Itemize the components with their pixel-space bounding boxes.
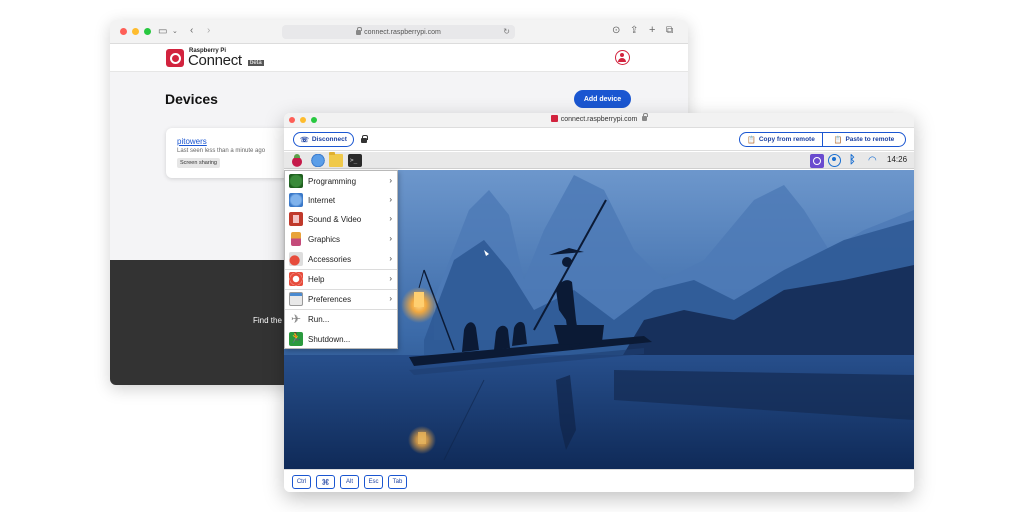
paste-label: Paste to remote bbox=[845, 136, 895, 143]
back-browser-toolbar: ▭ ⌄ ‹ › connect.raspberrypi.com ↻ ⊙ ⇪ + … bbox=[110, 20, 688, 44]
minimize-window-button[interactable] bbox=[132, 28, 139, 35]
forward-arrow-icon[interactable]: › bbox=[207, 25, 210, 37]
run-icon: ✈ bbox=[290, 312, 302, 326]
connect-toolbar: ☏ Disconnect 📋 Copy from remote 📋 Paste to … bbox=[284, 128, 914, 151]
menu-item-label: Preferences bbox=[308, 294, 352, 304]
site-header: Raspberry Pi Connect beta bbox=[110, 44, 688, 72]
programming-icon bbox=[289, 174, 303, 188]
raspberry-menu-icon[interactable] bbox=[290, 154, 304, 167]
download-icon[interactable]: ⊙ bbox=[612, 25, 620, 37]
front-lock-icon bbox=[642, 113, 649, 121]
key-ctrl-button[interactable]: Ctrl bbox=[292, 475, 311, 489]
menu-item-graphics[interactable]: Graphics › bbox=[285, 229, 397, 249]
front-titlebar: connect.raspberrypi.com bbox=[284, 113, 914, 128]
file-manager-icon[interactable] bbox=[329, 152, 343, 167]
copy-from-remote-button[interactable]: 📋 Copy from remote bbox=[739, 132, 823, 147]
help-icon bbox=[289, 272, 303, 286]
desktop-taskbar: >_ ᛒ ◠ 14:26 bbox=[284, 152, 914, 169]
internet-icon bbox=[289, 193, 303, 207]
graphics-icon bbox=[291, 232, 301, 246]
device-last-seen: Last seen less than a minute ago bbox=[177, 148, 266, 154]
application-menu: Programming › Internet › Sound & Video ›… bbox=[284, 170, 398, 349]
chevron-right-icon: › bbox=[389, 234, 392, 243]
page-title: Devices bbox=[165, 91, 218, 107]
menu-item-programming[interactable]: Programming › bbox=[285, 171, 397, 191]
clipboard-copy-icon: 📋 bbox=[747, 136, 756, 144]
terminal-icon[interactable]: >_ bbox=[348, 154, 362, 167]
window-controls bbox=[120, 28, 151, 35]
paste-to-remote-button[interactable]: 📋 Paste to remote bbox=[823, 132, 906, 147]
back-url-bar[interactable]: connect.raspberrypi.com ↻ bbox=[282, 25, 515, 39]
key-alt-button[interactable]: Alt bbox=[340, 475, 359, 489]
logo-big-text: Connect bbox=[188, 52, 242, 69]
back-url-text: connect.raspberrypi.com bbox=[364, 28, 441, 36]
footer-text: Find the bbox=[253, 316, 282, 325]
disconnect-button[interactable]: ☏ Disconnect bbox=[293, 132, 354, 147]
accessories-icon bbox=[289, 252, 303, 266]
menu-item-help[interactable]: Help › bbox=[285, 269, 397, 289]
menu-item-shutdown[interactable]: 🏃 Shutdown... bbox=[285, 329, 397, 349]
clipboard-paste-icon: 📋 bbox=[833, 136, 843, 144]
zoom-window-button[interactable] bbox=[144, 28, 151, 35]
menu-item-preferences[interactable]: Preferences › bbox=[285, 289, 397, 309]
chevron-right-icon: › bbox=[389, 214, 392, 223]
menu-item-internet[interactable]: Internet › bbox=[285, 190, 397, 210]
menu-item-label: Shutdown... bbox=[308, 334, 351, 344]
disconnect-icon: ☏ bbox=[300, 136, 309, 144]
device-name-link[interactable]: pitowers bbox=[177, 137, 207, 146]
chevron-right-icon: › bbox=[389, 254, 392, 263]
menu-item-label: Graphics bbox=[308, 234, 341, 244]
connect-logo-icon[interactable] bbox=[166, 49, 184, 67]
back-arrow-icon[interactable]: ‹ bbox=[190, 25, 193, 37]
tray-user-icon[interactable] bbox=[828, 154, 841, 167]
tab-overview-icon[interactable]: ⧉ bbox=[666, 25, 673, 37]
taskbar-clock: 14:26 bbox=[887, 155, 908, 164]
front-url-text: connect.raspberrypi.com bbox=[560, 116, 638, 123]
screenshot-stage: ▭ ⌄ ‹ › connect.raspberrypi.com ↻ ⊙ ⇪ + … bbox=[0, 0, 1024, 512]
special-keys-bar: Ctrl ⌘ Alt Esc Tab bbox=[284, 469, 914, 492]
browser-launcher-icon[interactable] bbox=[311, 154, 325, 167]
bluetooth-icon[interactable]: ᛒ bbox=[849, 154, 856, 167]
menu-item-label: Programming bbox=[308, 176, 357, 186]
chevron-right-icon: › bbox=[389, 176, 392, 185]
wifi-icon[interactable]: ◠ bbox=[868, 154, 877, 167]
device-card[interactable]: pitowers Last seen less than a minute ag… bbox=[166, 128, 296, 178]
beta-tag: beta bbox=[248, 60, 264, 66]
favicon-icon bbox=[550, 115, 558, 122]
chevron-right-icon: › bbox=[389, 195, 392, 204]
key-command-button[interactable]: ⌘ bbox=[316, 475, 335, 489]
chevron-right-icon: › bbox=[389, 294, 392, 303]
menu-item-label: Help bbox=[308, 274, 325, 284]
reload-icon[interactable]: ↻ bbox=[503, 27, 510, 36]
secure-lock-icon bbox=[361, 135, 368, 143]
menu-item-label: Sound & Video bbox=[308, 214, 362, 224]
sound-video-icon bbox=[289, 212, 303, 226]
menu-item-accessories[interactable]: Accessories › bbox=[285, 249, 397, 269]
chevron-down-icon[interactable]: ⌄ bbox=[172, 26, 178, 38]
menu-item-label: Internet bbox=[308, 195, 336, 205]
menu-item-label: Accessories bbox=[308, 254, 352, 264]
copy-label: Copy from remote bbox=[758, 136, 815, 143]
share-icon[interactable]: ⇪ bbox=[630, 25, 638, 37]
connect-tray-icon[interactable] bbox=[810, 154, 824, 168]
preferences-icon bbox=[289, 292, 303, 306]
shutdown-icon: 🏃 bbox=[289, 332, 303, 346]
key-esc-button[interactable]: Esc bbox=[364, 475, 383, 489]
menu-item-run[interactable]: ✈ Run... bbox=[285, 309, 397, 329]
disconnect-label: Disconnect bbox=[311, 136, 347, 143]
screen-sharing-badge: Screen sharing bbox=[177, 158, 220, 168]
key-tab-button[interactable]: Tab bbox=[388, 475, 407, 489]
lock-icon bbox=[356, 26, 363, 35]
close-window-button[interactable] bbox=[120, 28, 127, 35]
sidebar-toggle-icon[interactable]: ▭ bbox=[158, 26, 167, 38]
menu-item-sound-video[interactable]: Sound & Video › bbox=[285, 209, 397, 229]
front-title: connect.raspberrypi.com bbox=[284, 113, 914, 123]
add-device-button[interactable]: Add device bbox=[574, 90, 631, 108]
chevron-right-icon: › bbox=[389, 274, 392, 283]
new-tab-icon[interactable]: + bbox=[649, 24, 655, 36]
menu-item-label: Run... bbox=[308, 314, 330, 324]
user-account-icon[interactable] bbox=[615, 50, 630, 65]
